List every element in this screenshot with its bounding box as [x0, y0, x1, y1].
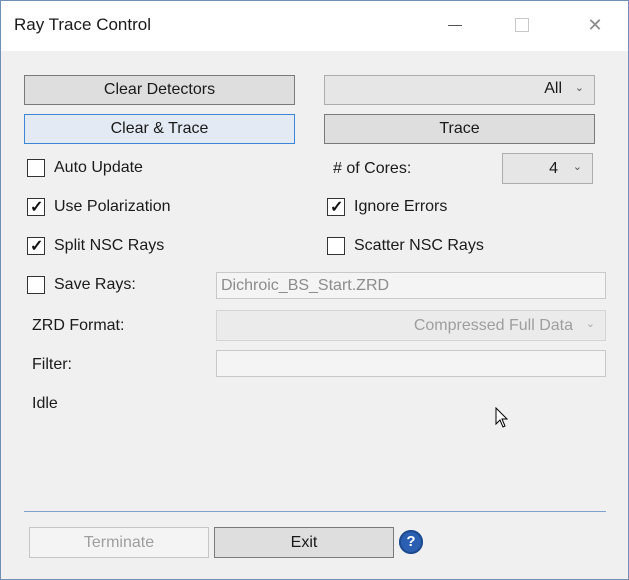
clear-detectors-button[interactable]: Clear Detectors: [24, 75, 295, 105]
clear-and-trace-button[interactable]: Clear & Trace: [24, 114, 295, 144]
use-polarization-label: Use Polarization: [54, 198, 171, 215]
detector-select[interactable]: All ⌄: [324, 75, 595, 105]
auto-update-checkbox[interactable]: [27, 159, 45, 177]
window-title: Ray Trace Control: [14, 15, 151, 34]
save-rays-filename-field[interactable]: Dichroic_BS_Start.ZRD: [216, 272, 606, 299]
footer-divider: [24, 511, 606, 512]
cores-select[interactable]: 4 ⌄: [502, 153, 593, 184]
zrd-format-label: ZRD Format:: [32, 317, 125, 334]
filter-label: Filter:: [32, 356, 72, 373]
zrd-format-select[interactable]: Compressed Full Data ⌄: [216, 310, 606, 341]
trace-button[interactable]: Trace: [324, 114, 595, 144]
check-icon: ✓: [30, 199, 44, 216]
use-polarization-checkbox[interactable]: ✓: [27, 198, 45, 216]
auto-update-label: Auto Update: [54, 159, 143, 176]
detector-select-value: All: [544, 80, 562, 97]
ignore-errors-checkbox[interactable]: ✓: [327, 198, 345, 216]
split-nsc-rays-checkbox[interactable]: ✓: [27, 237, 45, 255]
filter-field[interactable]: [216, 350, 606, 377]
chevron-down-icon: ⌄: [572, 161, 582, 173]
zrd-format-value: Compressed Full Data: [413, 317, 573, 334]
chevron-down-icon: ⌄: [585, 318, 595, 330]
split-nsc-rays-label: Split NSC Rays: [54, 237, 165, 254]
ray-trace-control-window: Ray Trace Control ✕ Clear Detectors All …: [0, 0, 629, 580]
chevron-down-icon: ⌄: [574, 82, 584, 94]
check-icon: ✓: [330, 199, 344, 216]
mouse-cursor-icon: [495, 407, 509, 428]
scatter-nsc-rays-label: Scatter NSC Rays: [354, 237, 484, 254]
check-icon: ✓: [30, 238, 44, 255]
close-icon: ✕: [587, 15, 603, 35]
close-button[interactable]: ✕: [581, 11, 609, 39]
maximize-button[interactable]: [508, 11, 536, 39]
ignore-errors-label: Ignore Errors: [354, 198, 448, 215]
save-rays-checkbox[interactable]: [27, 276, 45, 294]
cores-label: # of Cores:: [333, 160, 412, 177]
exit-button[interactable]: Exit: [214, 527, 394, 558]
save-rays-label: Save Rays:: [54, 276, 136, 293]
cores-select-value: 4: [549, 160, 558, 177]
scatter-nsc-rays-checkbox[interactable]: [327, 237, 345, 255]
title-bar: Ray Trace Control ✕: [1, 1, 628, 51]
help-icon[interactable]: ?: [399, 530, 423, 554]
terminate-button[interactable]: Terminate: [29, 527, 209, 558]
status-text: Idle: [32, 395, 58, 412]
minimize-button[interactable]: [441, 11, 469, 39]
